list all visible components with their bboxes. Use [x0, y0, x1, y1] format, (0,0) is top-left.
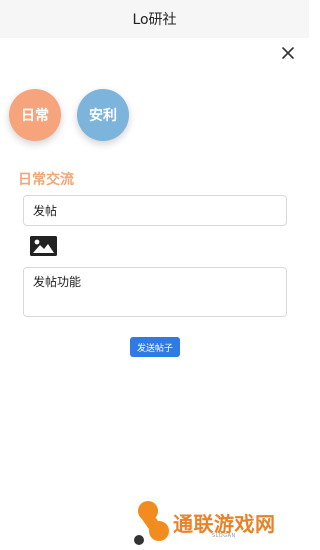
category-benefit-label: 安利 — [89, 108, 117, 124]
add-image-button[interactable] — [30, 236, 57, 256]
category-daily-label: 日常 — [21, 108, 49, 124]
section-title: 日常交流 — [18, 172, 74, 188]
close-icon — [282, 47, 294, 59]
category-benefit-button[interactable]: 安利 — [77, 89, 129, 141]
app-header: Lo研社 — [0, 0, 309, 38]
post-title-input[interactable]: 发帖 — [23, 195, 287, 226]
close-button[interactable] — [280, 45, 296, 61]
page-title: Lo研社 — [132, 12, 177, 28]
submit-post-button[interactable]: 发送帖子 — [130, 337, 180, 357]
watermark-slogan: SLOGAN — [212, 533, 236, 539]
category-daily-button[interactable]: 日常 — [9, 89, 61, 141]
image-icon — [30, 236, 57, 256]
post-content-value: 发帖功能 — [33, 275, 82, 289]
post-title-value: 发帖 — [33, 204, 58, 218]
post-content-textarea[interactable]: 发帖功能 — [23, 267, 287, 317]
submit-post-label: 发送帖子 — [136, 343, 173, 354]
